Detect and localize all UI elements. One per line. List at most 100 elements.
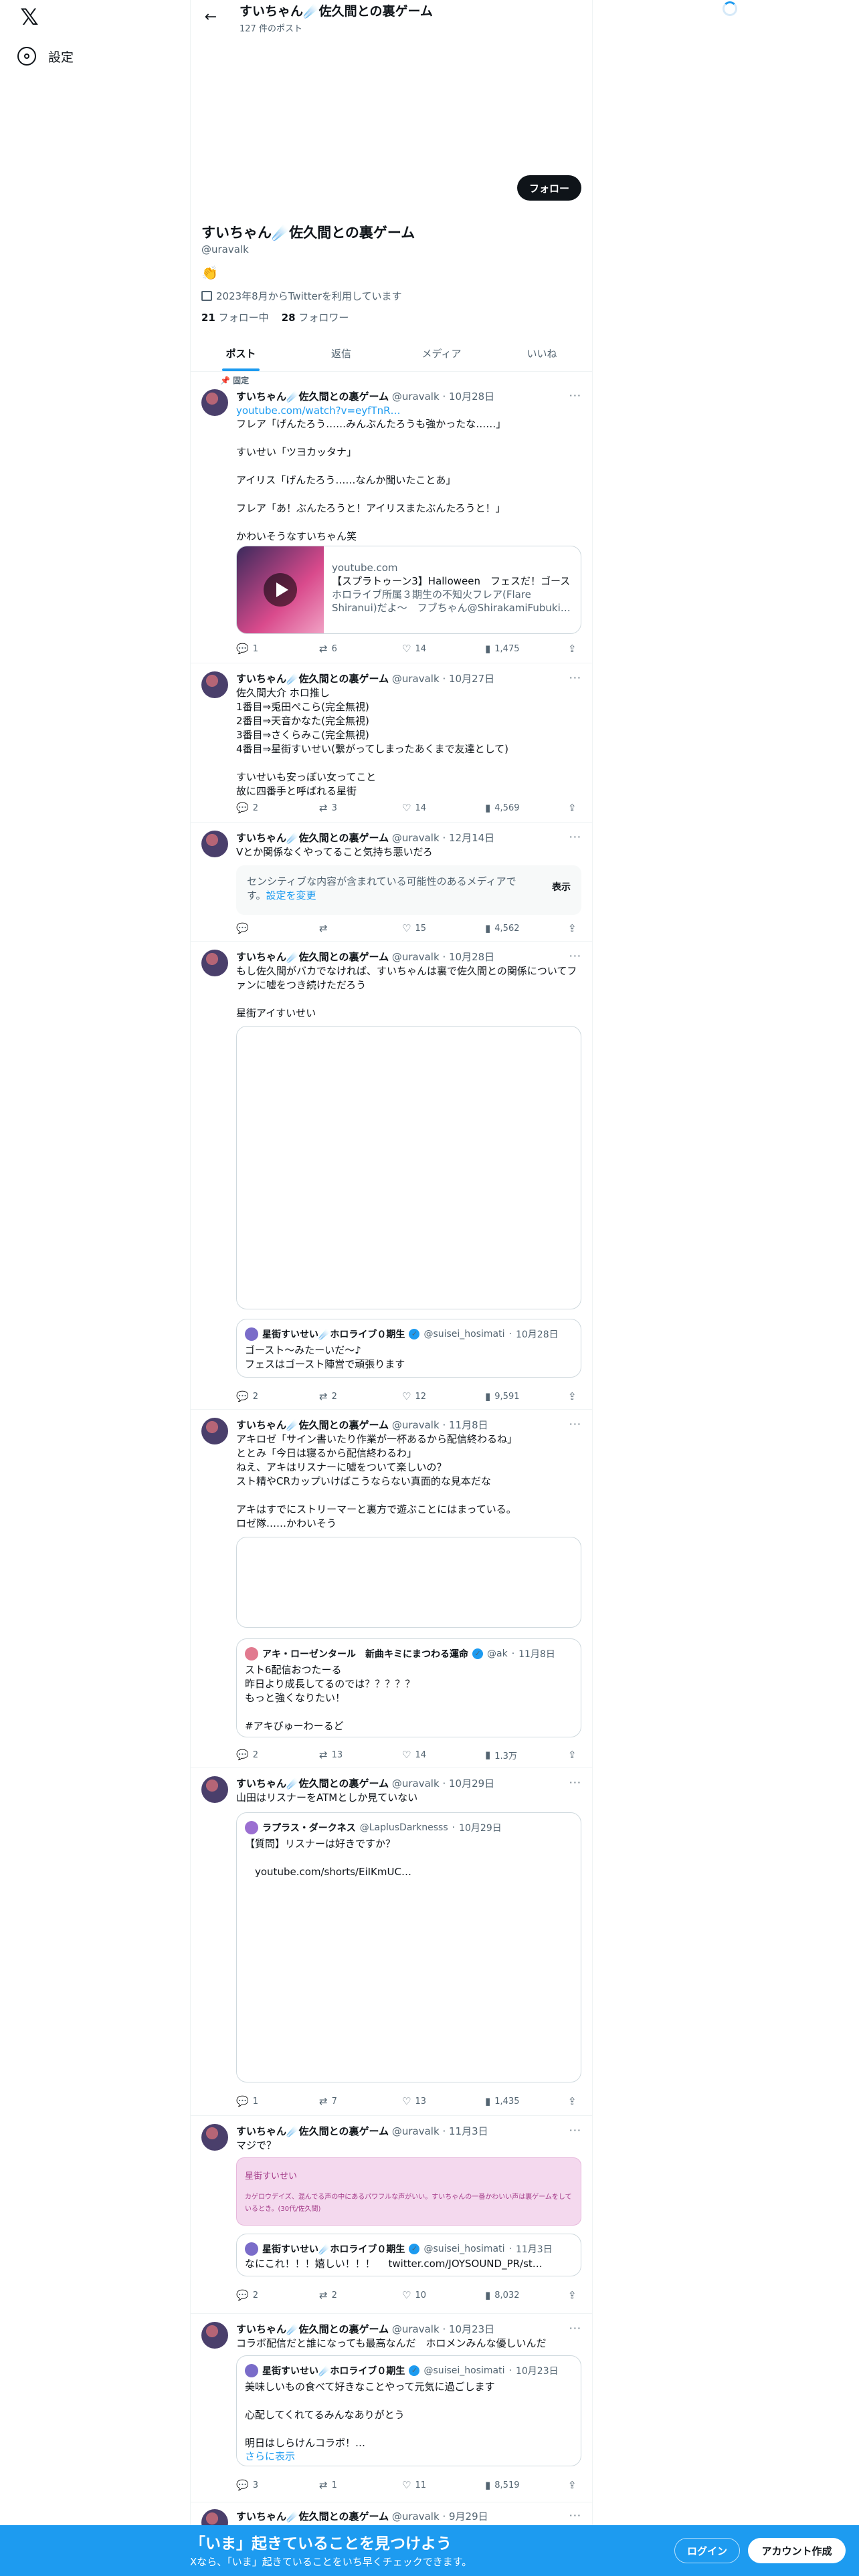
tweet-date[interactable]: 11月3日	[449, 2125, 488, 2137]
reply-button[interactable]: 💬 2	[236, 2288, 276, 2302]
views-button[interactable]: ▮ 1,435	[485, 2095, 525, 2108]
author-handle[interactable]: @uravalk	[392, 1778, 440, 1790]
more-icon[interactable]: ···	[569, 2509, 581, 2522]
like-button[interactable]: ♡ 14	[402, 642, 442, 655]
tweet[interactable]: すいちゃん☄️佐久間との裏ゲーム @uravalk · 11月3日 ··· マジ…	[191, 2116, 592, 2314]
settings-link[interactable]: 設定	[17, 47, 74, 66]
repost-button[interactable]: ⇄ 3	[319, 801, 359, 815]
author-name[interactable]: すいちゃん☄️佐久間との裏ゲーム	[236, 2323, 389, 2335]
link-card[interactable]: youtube.com 【スプラトゥーン3】Halloween フェスだ！ゴース…	[236, 546, 581, 634]
repost-button[interactable]: ⇄ 2	[319, 2288, 359, 2302]
views-button[interactable]: ▮ 9,591	[485, 1390, 525, 1403]
tab-media[interactable]: メディア	[391, 336, 492, 371]
views-button[interactable]: ▮ 4,562	[485, 922, 525, 935]
reply-button[interactable]: 💬 2	[236, 801, 276, 815]
tweet[interactable]: すいちゃん☄️佐久間との裏ゲーム @uravalk · 10月23日 ··· コ…	[191, 2314, 592, 2502]
share-button[interactable]: ⇪	[568, 2288, 581, 2302]
tweet-date[interactable]: 10月28日	[449, 391, 494, 403]
views-button[interactable]: ▮ 8,519	[485, 2478, 525, 2492]
views-button[interactable]: ▮ 1,475	[485, 642, 525, 655]
tweet[interactable]: 📌 固定 すいちゃん☄️佐久間との裏ゲーム @uravalk · 10月28日 …	[191, 372, 592, 663]
show-more-link[interactable]: さらに表示	[245, 2450, 573, 2464]
author-handle[interactable]: @uravalk	[392, 1419, 440, 1431]
quoted-tweet[interactable]: 星街すいせい☄️ホロライブ０期生 ✓ @suisei_hosimati · 10…	[236, 1319, 581, 1378]
tweet[interactable]: すいちゃん☄️佐久間との裏ゲーム @uravalk · 12月14日 ··· V…	[191, 823, 592, 942]
avatar[interactable]	[201, 1776, 228, 1803]
tab-replies[interactable]: 返信	[291, 336, 391, 371]
like-button[interactable]: ♡ 10	[402, 2288, 442, 2302]
share-button[interactable]: ⇪	[568, 922, 581, 935]
reply-button[interactable]: 💬 2	[236, 1390, 276, 1403]
quoted-tweet[interactable]: アキ・ローゼンタール 新曲キミにまつわる運命 ✓ @ak · 11月8日 スト6…	[236, 1638, 581, 1737]
more-icon[interactable]: ···	[569, 1418, 581, 1430]
repost-button[interactable]: ⇄ 13	[319, 1748, 359, 1761]
like-button[interactable]: ♡ 11	[402, 2478, 442, 2492]
author-handle[interactable]: @uravalk	[392, 673, 440, 685]
tweet-date[interactable]: 11月8日	[449, 1419, 488, 1431]
reply-button[interactable]: 💬 3	[236, 2478, 276, 2492]
more-icon[interactable]: ···	[569, 389, 581, 402]
avatar[interactable]	[201, 2124, 228, 2151]
tweet-date[interactable]: 9月29日	[449, 2510, 488, 2523]
views-button[interactable]: ▮ 1.3万	[485, 1748, 525, 1761]
embedded-media[interactable]	[236, 1026, 581, 1309]
share-button[interactable]: ⇪	[568, 1748, 581, 1761]
author-name[interactable]: すいちゃん☄️佐久間との裏ゲーム	[236, 673, 389, 685]
followers-label[interactable]: フォロワー	[298, 312, 349, 324]
tweet[interactable]: すいちゃん☄️佐久間との裏ゲーム @uravalk · 9月29日 ···	[191, 2502, 592, 2536]
author-name[interactable]: すいちゃん☄️佐久間との裏ゲーム	[236, 2125, 389, 2137]
share-button[interactable]: ⇪	[568, 2478, 581, 2492]
more-icon[interactable]: ···	[569, 950, 581, 962]
change-settings-link[interactable]: 設定を変更	[266, 889, 316, 901]
more-icon[interactable]: ···	[569, 2124, 581, 2137]
avatar[interactable]	[201, 831, 228, 857]
more-icon[interactable]: ···	[569, 671, 581, 684]
embedded-media[interactable]	[236, 1537, 581, 1628]
more-icon[interactable]: ···	[569, 2322, 581, 2335]
quoted-tweet[interactable]: 星街すいせい☄️ホロライブ０期生 ✓ @suisei_hosimati · 11…	[236, 2234, 581, 2276]
x-logo-icon[interactable]: 𝕏	[17, 5, 41, 29]
author-handle[interactable]: @uravalk	[392, 2510, 440, 2523]
author-name[interactable]: すいちゃん☄️佐久間との裏ゲーム	[236, 1419, 389, 1431]
author-handle[interactable]: @uravalk	[392, 951, 440, 963]
repost-button[interactable]: ⇄	[319, 922, 359, 935]
author-name[interactable]: すいちゃん☄️佐久間との裏ゲーム	[236, 2510, 389, 2523]
author-name[interactable]: すいちゃん☄️佐久間との裏ゲーム	[236, 391, 389, 403]
tweet-date[interactable]: 10月23日	[449, 2323, 494, 2335]
like-button[interactable]: ♡ 13	[402, 2095, 442, 2108]
author-name[interactable]: すいちゃん☄️佐久間との裏ゲーム	[236, 832, 389, 844]
repost-button[interactable]: ⇄ 1	[319, 2478, 359, 2492]
show-media-button[interactable]: 表示	[552, 880, 571, 893]
share-button[interactable]: ⇪	[568, 801, 581, 815]
more-icon[interactable]: ···	[569, 1776, 581, 1789]
tweet[interactable]: すいちゃん☄️佐久間との裏ゲーム @uravalk · 10月27日 ··· 佐…	[191, 663, 592, 823]
repost-button[interactable]: ⇄ 6	[319, 642, 359, 655]
more-icon[interactable]: ···	[569, 831, 581, 843]
like-button[interactable]: ♡ 14	[402, 1748, 442, 1761]
tweet-date[interactable]: 12月14日	[449, 832, 494, 844]
like-button[interactable]: ♡ 15	[402, 922, 442, 935]
like-button[interactable]: ♡ 12	[402, 1390, 442, 1403]
quoted-tweet[interactable]: ラプラス・ダークネス @LaplusDarknesss · 10月29日 【質問…	[236, 1812, 581, 2082]
avatar[interactable]	[201, 950, 228, 976]
repost-button[interactable]: ⇄ 2	[319, 1390, 359, 1403]
tweet-date[interactable]: 10月29日	[449, 1778, 494, 1790]
embedded-image[interactable]: 星街すいせい カゲロウデイズ、混んでる声の中にあるパワフルな声がいい。すいちゃん…	[236, 2157, 581, 2226]
tweet[interactable]: すいちゃん☄️佐久間との裏ゲーム @uravalk · 10月28日 ··· も…	[191, 942, 592, 1410]
share-button[interactable]: ⇪	[568, 2095, 581, 2108]
reply-button[interactable]: 💬 1	[236, 2095, 276, 2108]
tweet-link[interactable]: youtube.com/watch?v=eyfTnR…	[236, 404, 581, 418]
quoted-tweet[interactable]: 星街すいせい☄️ホロライブ０期生 ✓ @suisei_hosimati · 10…	[236, 2355, 581, 2466]
tweet[interactable]: すいちゃん☄️佐久間との裏ゲーム @uravalk · 11月8日 ··· アキ…	[191, 1410, 592, 1768]
author-name[interactable]: すいちゃん☄️佐久間との裏ゲーム	[236, 951, 389, 963]
views-button[interactable]: ▮ 8,032	[485, 2288, 525, 2302]
views-button[interactable]: ▮ 4,569	[485, 801, 525, 815]
tweet-date[interactable]: 10月28日	[449, 951, 494, 963]
tab-likes[interactable]: いいね	[492, 336, 592, 371]
reply-button[interactable]: 💬	[236, 922, 276, 935]
following-label[interactable]: フォロー中	[219, 312, 269, 324]
share-button[interactable]: ⇪	[568, 642, 581, 655]
followers-count[interactable]: 28	[282, 312, 296, 324]
reply-button[interactable]: 💬 2	[236, 1748, 276, 1761]
follow-button[interactable]: フォロー	[517, 175, 581, 201]
